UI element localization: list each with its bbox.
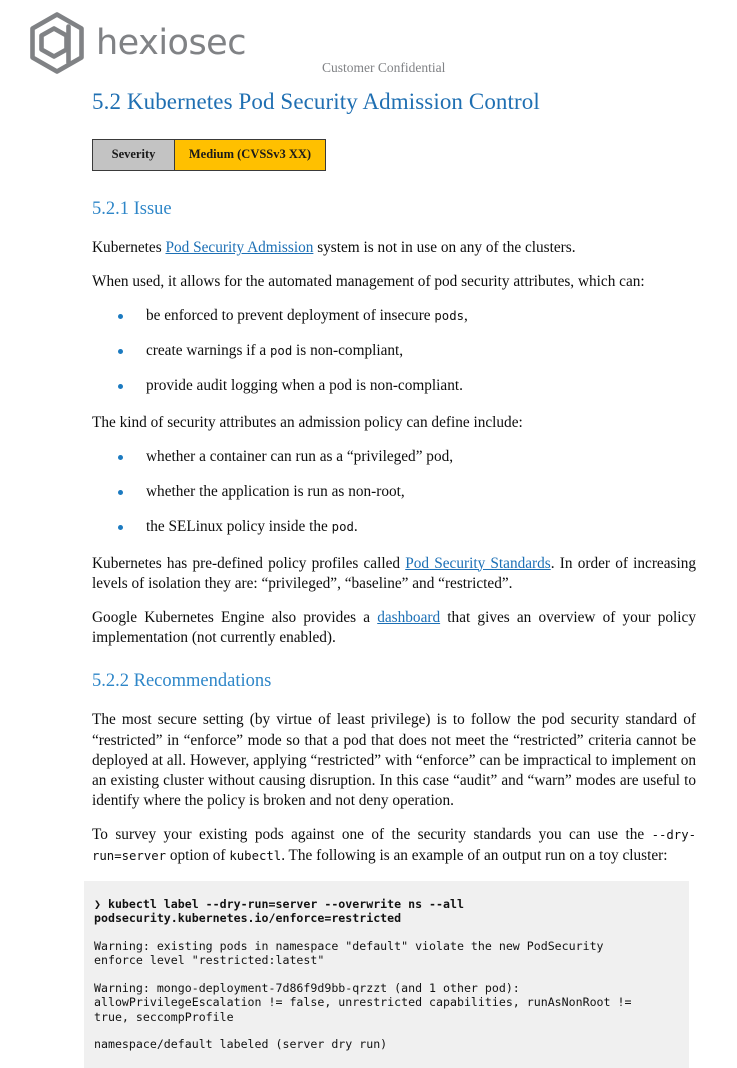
inline-code: pods (434, 309, 465, 324)
hexagon-p-logo-icon (30, 12, 84, 74)
item-text-before: whether the application is run as non-ro… (146, 482, 405, 500)
severity-label: Severity (92, 138, 175, 171)
item-text-before: be enforced to prevent deployment of ins… (146, 307, 435, 325)
item-text-before: create warnings if a (146, 342, 271, 360)
item-text-after: is non-compliant, (292, 342, 404, 360)
status-badge: Medium (CVSSv3 XX) (174, 138, 326, 171)
attributes-intro-paragraph: The kind of security attributes an admis… (92, 413, 523, 431)
inline-code-kubectl: kubectl (229, 848, 282, 863)
recommendations-heading: 5.2.2 Recommendations (92, 671, 272, 692)
issue-intro-after: system is not in use on any of the clust… (313, 238, 576, 256)
list-item: create warnings if a pod is non-complian… (92, 341, 696, 361)
terminal-output-warning-2: Warning: mongo-deployment-7d86f9d9bb-qrz… (94, 980, 632, 1024)
survey-paragraph: To survey your existing pods against one… (92, 825, 696, 865)
gke-before: Google Kubernetes Engine also provides a (92, 608, 378, 626)
terminal-output-warning-1: Warning: existing pods in namespace "def… (94, 938, 604, 968)
recommendations-paragraph-1: The most secure setting (by virtue of le… (92, 711, 696, 810)
inline-code: pod (331, 519, 354, 534)
severity-table: Severity Medium (CVSSv3 XX) (92, 138, 326, 171)
confidentiality-notice: Customer Confidential (322, 60, 446, 75)
capabilities-list: be enforced to prevent deployment of ins… (92, 306, 696, 396)
terminal-command: ❯ kubectl label --dry-run=server --overw… (94, 896, 464, 926)
document-content: 5.2 Kubernetes Pod Security Admission Co… (84, 88, 696, 1068)
item-text-before: the SELinux policy inside the (146, 517, 332, 535)
list-item: provide audit logging when a pod is non-… (92, 376, 696, 396)
survey-part-2: option of (166, 846, 230, 864)
list-item: whether the application is run as non-ro… (92, 482, 696, 502)
page-header: hexiosec Customer Confidential (0, 0, 737, 86)
list-item: be enforced to prevent deployment of ins… (92, 306, 696, 326)
brand-lockup: hexiosec (28, 12, 246, 74)
list-item: whether a container can run as a “privil… (92, 447, 696, 467)
inline-code: pod (270, 344, 293, 359)
item-text-before: whether a container can run as a “privil… (146, 447, 450, 465)
issue-intro-paragraph: Kubernetes Pod Security Admission system… (92, 238, 696, 258)
page-title: 5.2 Kubernetes Pod Security Admission Co… (92, 89, 540, 114)
gke-dashboard-paragraph: Google Kubernetes Engine also provides a… (92, 608, 696, 648)
item-text-after: , (464, 307, 468, 325)
standards-before: Kubernetes has pre-defined policy profil… (92, 554, 406, 572)
link-dashboard[interactable]: dashboard (377, 609, 440, 626)
item-text-after: . (353, 517, 358, 535)
survey-part-3: . The following is an example of an outp… (281, 846, 668, 864)
issue-heading: 5.2.1 Issue (92, 198, 172, 219)
table-row: Severity Medium (CVSSv3 XX) (92, 138, 326, 171)
survey-part-1: To survey your existing pods against one… (92, 826, 652, 844)
brand-name: hexiosec (96, 22, 246, 63)
link-pod-security-standards[interactable]: Pod Security Standards (405, 555, 551, 572)
terminal-output-block: ❯ kubectl label --dry-run=server --overw… (84, 880, 689, 1068)
list-item: the SELinux policy inside the pod. (92, 517, 696, 537)
item-text-before: provide audit logging when a pod is non-… (146, 376, 463, 394)
terminal-output-result: namespace/default labeled (server dry ru… (94, 1037, 388, 1052)
link-pod-security-admission[interactable]: Pod Security Admission (165, 239, 313, 256)
when-used-paragraph: When used, it allows for the automated m… (92, 272, 645, 290)
standards-paragraph: Kubernetes has pre-defined policy profil… (92, 554, 696, 594)
issue-intro-before: Kubernetes (92, 238, 166, 256)
item-text-after: , (449, 447, 454, 465)
attributes-list: whether a container can run as a “privil… (92, 447, 696, 537)
